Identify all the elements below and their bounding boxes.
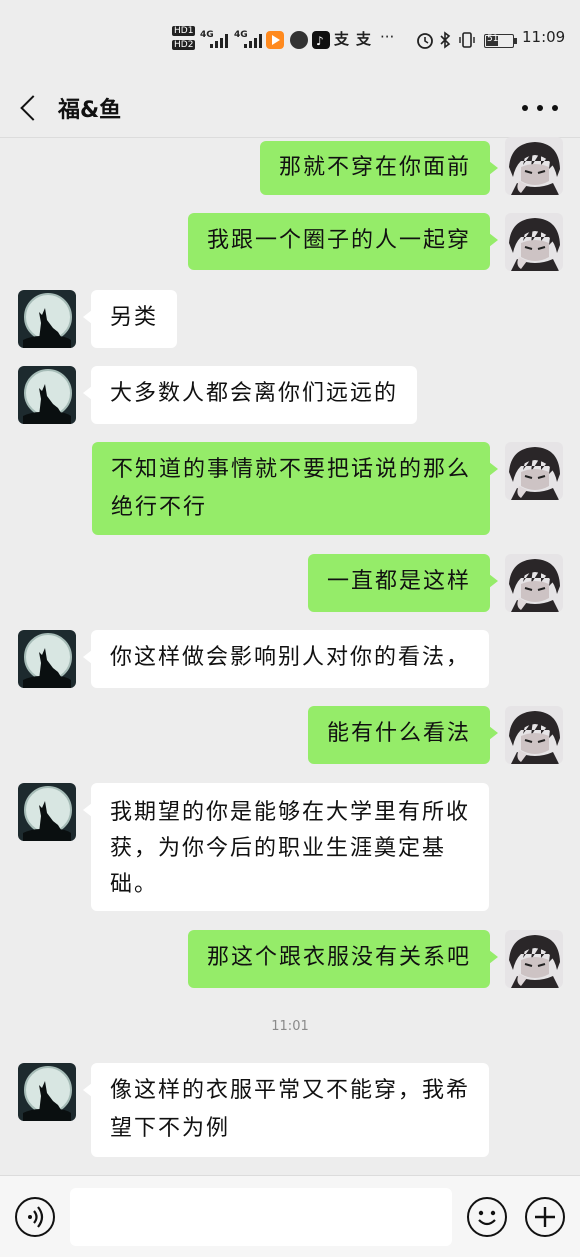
my-message-bubble[interactable]: 那就不穿在你面前 — [259, 141, 499, 195]
my-avatar[interactable] — [505, 213, 563, 271]
signal-icon-2 — [242, 30, 264, 48]
my-message-bubble[interactable]: 不知道的事情就不要把话说的那么 绝行不行 — [92, 442, 498, 535]
contact-avatar[interactable] — [18, 366, 76, 424]
chat-header: 福&鱼 — [0, 80, 580, 138]
chat-title: 福&鱼 — [58, 98, 122, 123]
my-message-bubble[interactable]: 那这个跟衣服没有关系吧 — [187, 930, 499, 988]
message-input[interactable] — [70, 1188, 452, 1246]
chevron-left-icon[interactable] — [14, 92, 46, 124]
my-avatar[interactable] — [505, 930, 563, 988]
more-notifications: ··· — [380, 28, 395, 46]
more-dots-icon[interactable] — [522, 98, 558, 118]
svg-text:♪: ♪ — [316, 34, 324, 48]
battery-icon: 51 — [484, 34, 514, 48]
hd-badge-1: HD1 — [172, 26, 196, 36]
alipay-icon: 支 — [356, 30, 372, 48]
bluetooth-icon — [440, 31, 451, 49]
contact-message-bubble[interactable]: 大多数人都会离你们远远的 — [82, 366, 418, 424]
contact-avatar[interactable] — [18, 1063, 76, 1121]
contact-message-bubble[interactable]: 你这样做会影响别人对你的看法， — [82, 630, 490, 688]
tiktok-icon: ♪ — [312, 31, 330, 49]
status-bar: HD1 HD2 4G 4G ♪ 支 支 ··· 51 11:09 — [0, 0, 580, 80]
message-app-icon — [290, 31, 308, 49]
contact-message-bubble[interactable]: 我期望的你是能够在大学里有所收 获，为你今后的职业生涯奠定基 础。 — [83, 783, 489, 911]
chat-input-bar — [0, 1175, 580, 1257]
contact-avatar[interactable] — [18, 290, 76, 348]
message-timestamp: 11:01 — [271, 1019, 309, 1034]
my-avatar[interactable] — [505, 554, 563, 612]
video-app-icon — [266, 31, 284, 49]
contact-avatar[interactable] — [18, 630, 76, 688]
my-message-bubble[interactable]: 我跟一个圈子的人一起穿 — [187, 213, 499, 270]
contact-message-bubble[interactable]: 另类 — [82, 290, 178, 348]
voice-icon[interactable] — [15, 1197, 55, 1237]
contact-message-bubble[interactable]: 像这样的衣服平常又不能穿，我希 望下不为例 — [83, 1063, 489, 1157]
contact-avatar[interactable] — [18, 783, 76, 841]
my-avatar[interactable] — [505, 137, 563, 195]
vibrate-icon — [459, 32, 475, 48]
plus-icon[interactable] — [525, 1197, 565, 1237]
my-avatar[interactable] — [505, 442, 563, 500]
my-message-bubble[interactable]: 能有什么看法 — [307, 706, 499, 764]
alipay-icon: 支 — [334, 30, 350, 48]
battery-level: 51 — [487, 34, 499, 44]
signal-icon-1 — [208, 30, 230, 48]
my-avatar[interactable] — [505, 706, 563, 764]
hd-badge-2: HD2 — [172, 40, 196, 50]
my-message-bubble[interactable]: 一直都是这样 — [307, 554, 499, 612]
clock: 11:09 — [522, 28, 566, 46]
alarm-icon — [417, 33, 433, 49]
emoji-icon[interactable] — [467, 1197, 507, 1237]
